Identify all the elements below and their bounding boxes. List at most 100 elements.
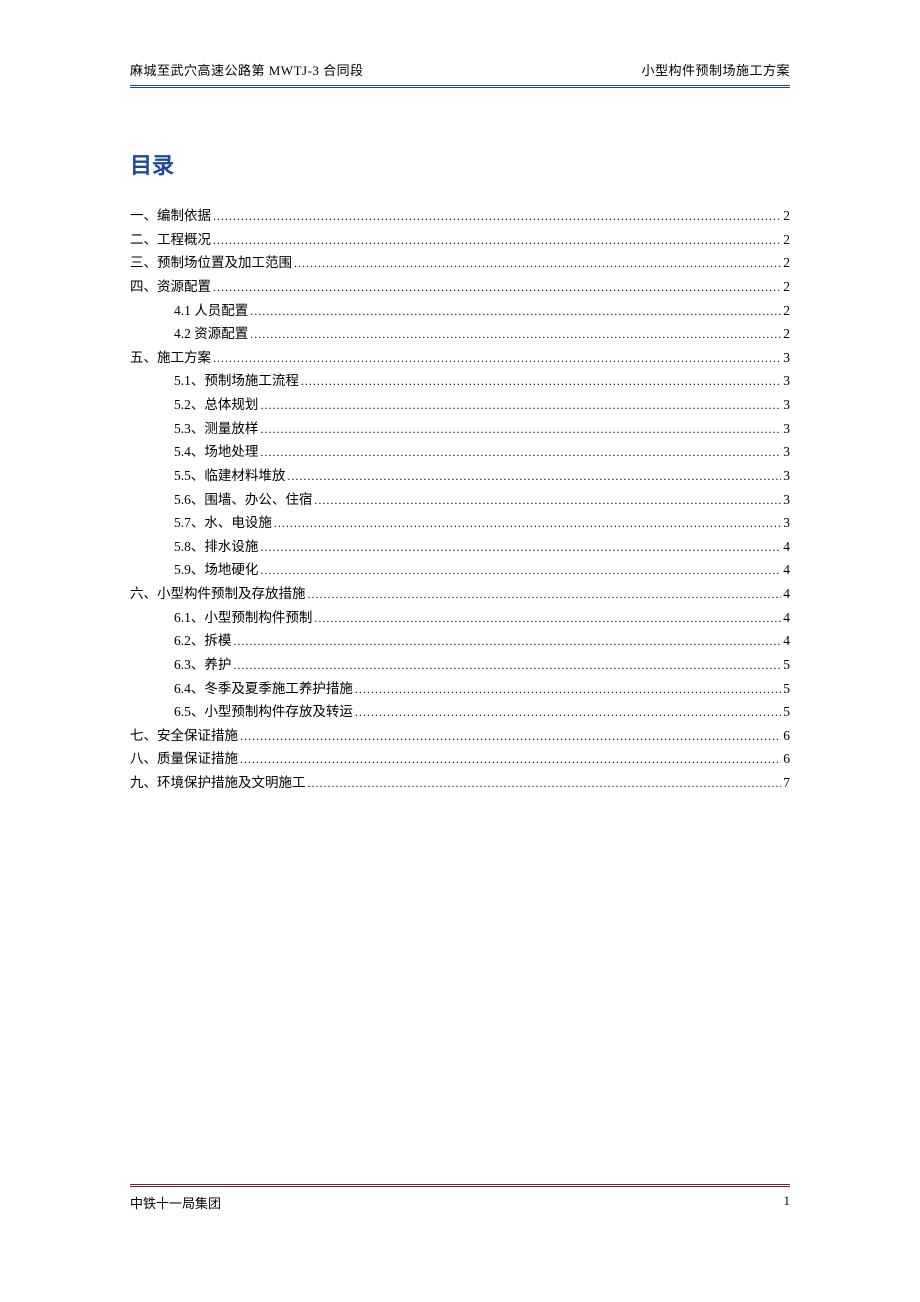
toc-entry-label: 5.9、场地硬化 [174,558,258,582]
toc-heading: 目录 [130,148,790,180]
toc-leader-dots [355,700,781,724]
toc-entry-page: 3 [783,511,790,535]
toc-leader-dots [250,322,781,346]
toc-entry[interactable]: 5.8、排水设施4 [130,535,790,559]
toc-entry-page: 3 [783,417,790,441]
toc-entry-label: 6.1、小型预制构件预制 [174,606,312,630]
toc-leader-dots [233,653,781,677]
toc-entry-label: 四、资源配置 [130,275,211,299]
toc-entry-page: 4 [783,558,790,582]
toc-leader-dots [260,440,781,464]
toc-leader-dots [213,275,781,299]
toc-entry-page: 7 [783,771,790,795]
toc-entry[interactable]: 5.5、临建材料堆放 3 [130,464,790,488]
toc-leader-dots [213,228,781,252]
toc-entry[interactable]: 6.3、养护 5 [130,653,790,677]
toc-entry[interactable]: 6.1、小型预制构件预制 4 [130,606,790,630]
header-left-text: 麻城至武穴高速公路第 MWTJ-3 合同段 [130,60,364,79]
toc-entry-label: 4.2 资源配置 [174,322,248,346]
toc-entry[interactable]: 5.1、预制场施工流程 3 [130,369,790,393]
toc-entry-page: 6 [783,747,790,771]
toc-entry[interactable]: 6.5、小型预制构件存放及转运 5 [130,700,790,724]
toc-leader-dots [260,558,781,582]
toc-entry-label: 5.6、围墙、办公、住宿 [174,488,312,512]
toc-entry-page: 3 [783,488,790,512]
toc-entry-label: 七、安全保证措施 [130,724,238,748]
toc-entry-label: 6.4、冬季及夏季施工养护措施 [174,677,353,701]
toc-leader-dots [301,369,781,393]
toc-entry-label: 三、预制场位置及加工范围 [130,251,292,275]
toc-entry-label: 六、小型构件预制及存放措施 [130,582,306,606]
toc-entry-page: 3 [783,393,790,417]
toc-entry[interactable]: 5.2、总体规划 3 [130,393,790,417]
toc-entry[interactable]: 5.6、围墙、办公、住宿 3 [130,488,790,512]
toc-leader-dots [240,724,781,748]
toc-entry[interactable]: 二、工程概况 2 [130,228,790,252]
toc-leader-dots [308,582,782,606]
toc-entry-label: 五、施工方案 [130,346,211,370]
toc-entry-label: 5.5、临建材料堆放 [174,464,285,488]
toc-leader-dots [233,629,781,653]
toc-entry[interactable]: 5.3、测量放样3 [130,417,790,441]
toc-leader-dots [260,535,781,559]
toc-entry-page: 4 [783,606,790,630]
toc-entry-page: 3 [783,369,790,393]
toc-leader-dots [213,346,781,370]
toc-entry[interactable]: 4.1 人员配置2 [130,299,790,323]
toc-entry-label: 5.4、场地处理 [174,440,258,464]
toc-entry[interactable]: 4.2 资源配置 2 [130,322,790,346]
toc-entry[interactable]: 五、施工方案 3 [130,346,790,370]
toc-entry-label: 5.8、排水设施 [174,535,258,559]
toc-leader-dots [213,204,781,228]
toc-entry-page: 2 [783,322,790,346]
toc-entry[interactable]: 六、小型构件预制及存放措施 4 [130,582,790,606]
toc-entry[interactable]: 九、环境保护措施及文明施工 7 [130,771,790,795]
toc-entry-page: 5 [783,677,790,701]
toc-entry[interactable]: 一、编制依据2 [130,204,790,228]
toc-entry-label: 5.1、预制场施工流程 [174,369,299,393]
toc-entry[interactable]: 八、质量保证措施6 [130,747,790,771]
toc-entry-label: 6.3、养护 [174,653,231,677]
toc-entry-page: 3 [783,346,790,370]
toc-entry-page: 5 [783,653,790,677]
toc-entry-label: 5.2、总体规划 [174,393,258,417]
page-content: 麻城至武穴高速公路第 MWTJ-3 合同段 小型构件预制场施工方案 目录 一、编… [0,0,920,795]
toc-entry-label: 4.1 人员配置 [174,299,248,323]
toc-entry-page: 4 [783,629,790,653]
toc-leader-dots [287,464,781,488]
toc-entry-page: 4 [783,582,790,606]
toc-entry-page: 6 [783,724,790,748]
toc-entry[interactable]: 四、资源配置2 [130,275,790,299]
toc-leader-dots [274,511,781,535]
toc-entry[interactable]: 三、预制场位置及加工范围 2 [130,251,790,275]
footer-bar: 中铁十一局集团 1 [130,1184,790,1212]
toc-entry-page: 2 [783,251,790,275]
toc-entry[interactable]: 5.7、水、电设施3 [130,511,790,535]
footer-left-text: 中铁十一局集团 [130,1193,221,1212]
toc-leader-dots [260,417,781,441]
page-number: 1 [784,1193,791,1212]
toc-leader-dots [314,488,781,512]
page-header: 麻城至武穴高速公路第 MWTJ-3 合同段 小型构件预制场施工方案 [130,60,790,88]
toc-leader-dots [294,251,781,275]
page-footer: 中铁十一局集团 1 [130,1184,790,1212]
toc-entry-label: 6.2、拆模 [174,629,231,653]
toc-entry-label: 一、编制依据 [130,204,211,228]
header-right-text: 小型构件预制场施工方案 [641,60,790,79]
toc-entry-page: 3 [783,464,790,488]
toc-entry-page: 2 [783,228,790,252]
toc-leader-dots [314,606,781,630]
toc-leader-dots [250,299,781,323]
toc-entry-page: 5 [783,700,790,724]
toc-entry-label: 九、环境保护措施及文明施工 [130,771,306,795]
toc-entry[interactable]: 5.9、场地硬化 4 [130,558,790,582]
toc-entry-label: 6.5、小型预制构件存放及转运 [174,700,353,724]
toc-entry[interactable]: 6.4、冬季及夏季施工养护措施 5 [130,677,790,701]
toc-entry[interactable]: 5.4、场地处理 3 [130,440,790,464]
toc-leader-dots [260,393,781,417]
toc-entry-label: 二、工程概况 [130,228,211,252]
toc-entry[interactable]: 6.2、拆模 4 [130,629,790,653]
toc-entry-page: 3 [783,440,790,464]
toc-leader-dots [355,677,781,701]
toc-entry[interactable]: 七、安全保证措施 6 [130,724,790,748]
